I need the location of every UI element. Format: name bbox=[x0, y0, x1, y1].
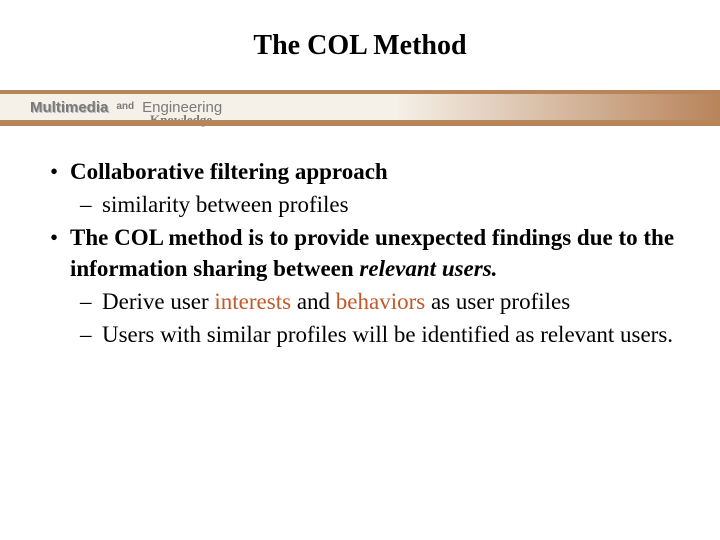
banner-bottom-bar bbox=[0, 120, 720, 126]
bullet-1: • Collaborative filtering approach bbox=[50, 156, 680, 187]
sub-2-behaviors: behaviors bbox=[336, 289, 425, 314]
slide-title: The COL Method bbox=[0, 0, 720, 82]
sub-marker: – bbox=[80, 286, 102, 317]
sub-2: – Derive user interests and behaviors as… bbox=[50, 286, 680, 317]
banner: Multimedia and Engineering Knowledge bbox=[0, 90, 720, 126]
sub-2-part1: Derive user bbox=[102, 289, 214, 314]
banner-multimedia: Multimedia bbox=[30, 99, 108, 116]
bullet-2-text: The COL method is to provide unexpected … bbox=[70, 222, 680, 284]
bullet-marker: • bbox=[50, 156, 70, 187]
bullet-1-text: Collaborative filtering approach bbox=[70, 156, 680, 187]
sub-2-part5: as user profiles bbox=[425, 289, 570, 314]
content-area: • Collaborative filtering approach – sim… bbox=[0, 146, 720, 350]
sub-2-text: Derive user interests and behaviors as u… bbox=[102, 286, 680, 317]
banner-content: Multimedia and Engineering Knowledge bbox=[0, 94, 720, 120]
bullet-marker: • bbox=[50, 222, 70, 284]
sub-1-text: similarity between profiles bbox=[102, 189, 680, 220]
sub-marker: – bbox=[80, 189, 102, 220]
bullet-2-part2: relevant users. bbox=[359, 256, 497, 281]
bullet-2: • The COL method is to provide unexpecte… bbox=[50, 222, 680, 284]
sub-3: – Users with similar profiles will be id… bbox=[50, 319, 680, 350]
sub-2-part3: and bbox=[291, 289, 336, 314]
sub-1: – similarity between profiles bbox=[50, 189, 680, 220]
sub-2-interests: interests bbox=[214, 289, 291, 314]
sub-marker: – bbox=[80, 319, 102, 350]
sub-3-text: Users with similar profiles will be iden… bbox=[102, 319, 680, 350]
banner-and: and bbox=[116, 101, 134, 112]
